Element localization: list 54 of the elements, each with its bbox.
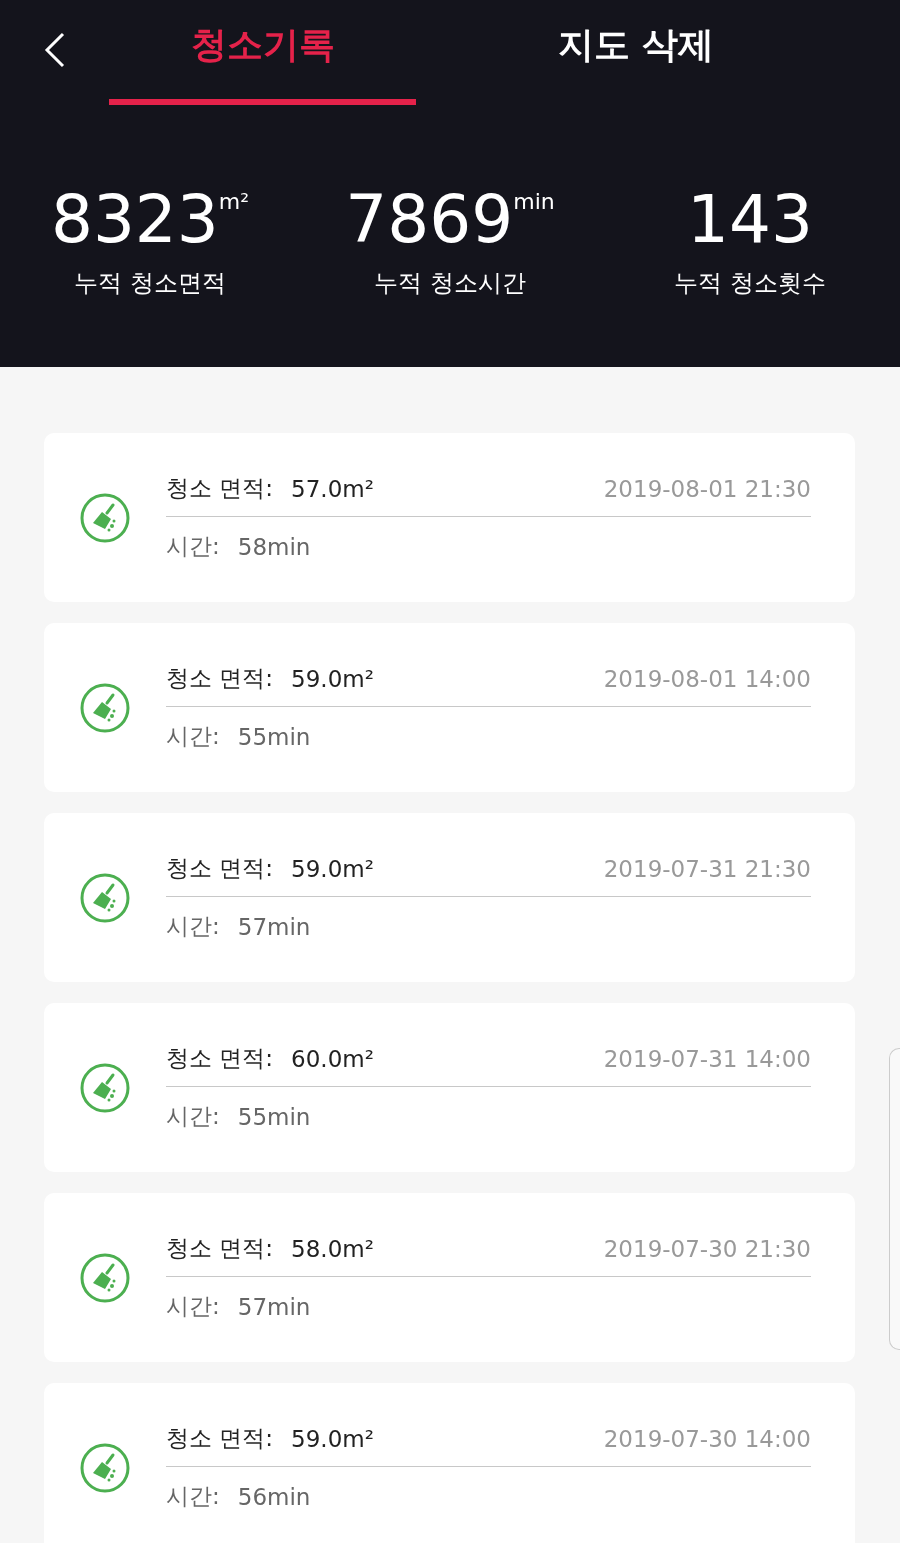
record-datetime: 2019-08-01 14:00 xyxy=(603,665,811,692)
time-value: 55min xyxy=(237,1103,311,1130)
stat-value: 8323 xyxy=(50,185,219,255)
area-value: 57.0m² xyxy=(291,475,374,502)
broom-icon xyxy=(80,682,130,733)
area-label: 청소 면적: xyxy=(166,664,274,693)
record-datetime: 2019-07-30 14:00 xyxy=(603,1425,811,1452)
stat-label: 누적 청소횟수 xyxy=(674,268,826,299)
area-value: 59.0m² xyxy=(291,665,374,692)
time-label: 시간: xyxy=(166,1482,220,1511)
broom-icon xyxy=(80,1062,130,1113)
tab[interactable]: 지도 삭제 xyxy=(416,0,856,105)
record-card[interactable]: 청소 면적: 59.0m² 2019-07-30 14:00 시간: 56min xyxy=(44,1383,855,1543)
time-label: 시간: xyxy=(166,1292,220,1321)
record-datetime: 2019-07-30 21:30 xyxy=(603,1235,811,1262)
stat-value: 7869 xyxy=(345,185,514,255)
time-label: 시간: xyxy=(166,722,220,751)
area-label: 청소 면적: xyxy=(166,1044,274,1073)
record-datetime: 2019-07-31 21:30 xyxy=(603,855,811,882)
stat-value: 143 xyxy=(687,185,813,255)
scrollbar[interactable] xyxy=(889,1048,900,1350)
time-label: 시간: xyxy=(166,912,220,941)
area-value: 59.0m² xyxy=(291,855,374,882)
stat-label: 누적 청소시간 xyxy=(374,268,526,299)
time-value: 55min xyxy=(237,723,311,750)
record-card[interactable]: 청소 면적: 58.0m² 2019-07-30 21:30 시간: 57min xyxy=(44,1193,855,1362)
time-value: 58min xyxy=(237,533,311,560)
broom-icon xyxy=(80,1442,130,1493)
broom-icon xyxy=(80,872,130,923)
broom-icon xyxy=(80,1252,130,1303)
stat-label: 누적 청소면적 xyxy=(74,268,226,299)
stat-unit: min xyxy=(513,189,555,214)
record-card[interactable]: 청소 면적: 57.0m² 2019-08-01 21:30 시간: 58min xyxy=(44,433,855,602)
area-label: 청소 면적: xyxy=(166,1234,274,1263)
record-card[interactable]: 청소 면적: 59.0m² 2019-07-31 21:30 시간: 57min xyxy=(44,813,855,982)
broom-icon xyxy=(80,492,130,543)
area-label: 청소 면적: xyxy=(166,1424,274,1453)
time-value: 57min xyxy=(237,913,311,940)
tab[interactable]: 청소기록 xyxy=(109,0,416,105)
area-label: 청소 면적: xyxy=(166,854,274,883)
time-value: 57min xyxy=(237,1293,311,1320)
area-label: 청소 면적: xyxy=(166,474,274,503)
time-label: 시간: xyxy=(166,1102,220,1131)
area-value: 60.0m² xyxy=(291,1045,374,1072)
stat-unit: m² xyxy=(218,189,250,214)
area-value: 58.0m² xyxy=(291,1235,374,1262)
record-datetime: 2019-08-01 21:30 xyxy=(603,475,811,502)
record-card[interactable]: 청소 면적: 59.0m² 2019-08-01 14:00 시간: 55min xyxy=(44,623,855,792)
time-label: 시간: xyxy=(166,532,220,561)
time-value: 56min xyxy=(237,1483,311,1510)
back-icon xyxy=(42,32,67,68)
record-datetime: 2019-07-31 14:00 xyxy=(603,1045,811,1072)
record-card[interactable]: 청소 면적: 60.0m² 2019-07-31 14:00 시간: 55min xyxy=(44,1003,855,1172)
area-value: 59.0m² xyxy=(291,1425,374,1452)
